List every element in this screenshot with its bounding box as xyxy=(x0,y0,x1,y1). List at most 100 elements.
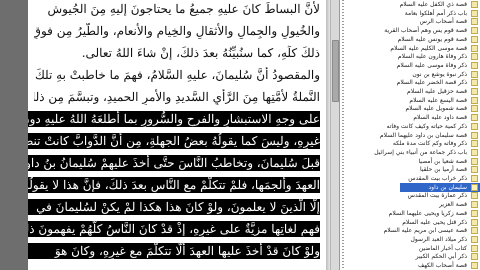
tree-item[interactable]: قصة حزقيل عليه السلام xyxy=(340,87,480,96)
tree-item[interactable]: قصة أصحاب الكهف xyxy=(340,261,480,270)
document-line: والخُيولِ والجِمالِ والأثقالِ والخِيامِ … xyxy=(34,24,320,38)
highlighted-line: قبلَ سُليمانَ، وتخاطبُ النَّاسَ حتَّى أخ… xyxy=(28,155,320,171)
tree-item-label: ذكر قصة الخضر عليه السلام xyxy=(396,79,467,87)
folder-node-icon xyxy=(471,148,478,156)
tree-item[interactable]: قصة قوم يس وهم أصحاب القرية xyxy=(340,26,480,35)
tree-item-label: ذكر ميلاد العبد الرسول xyxy=(410,235,467,243)
folder-node-icon xyxy=(471,166,478,174)
tree-item-label: ذكر قتل يحيى عليه السلام xyxy=(402,218,467,226)
folder-node-icon xyxy=(471,70,478,78)
tree-item[interactable]: ذكر ميلاد العبد الرسول xyxy=(340,235,480,244)
folder-node-icon xyxy=(471,61,478,69)
folder-node-icon xyxy=(471,140,478,148)
tree-item[interactable]: ذكر وفاته وكم كانت مدة ملكه xyxy=(340,139,480,148)
tree-item[interactable]: قصة موسى الكليم عليه السلام xyxy=(340,44,480,53)
tree-item[interactable]: قصة زكريا ويحيى عليهما السلام xyxy=(340,209,480,218)
tree-item[interactable]: ذكر كمية حياته وكيف كانت وفاته xyxy=(340,122,480,131)
tree-item-label: ذكر أبي الحكم الكبير xyxy=(415,253,467,261)
folder-node-icon xyxy=(471,201,478,209)
tree-item[interactable]: ذكر وفاة موسى عليه السلام xyxy=(340,61,480,70)
tree-item-label: قصة موسى الكليم عليه السلام xyxy=(390,44,467,52)
folder-node-icon xyxy=(471,122,478,130)
tree-item-label: قصة أصحاب الكهف xyxy=(418,262,467,269)
tree-item-label: باب ذكر جماعة من أنبياء بني إسرائيل xyxy=(374,148,467,156)
tree-item-label: قصة العزير xyxy=(439,201,467,209)
tree-item[interactable]: قصة ذي الكفل عليه السلام xyxy=(340,0,480,9)
document-line: ذلكَ كلِّهِ، كما سنُبيِّنُهُ بعدَ ذلكَ، … xyxy=(81,46,320,60)
folder-node-icon xyxy=(471,175,478,182)
tree-item-label: ذكر عمارة بيت المقدس xyxy=(407,192,467,200)
tree-item-label: باب ذكر أمم أهلكوا بعامة xyxy=(404,9,467,17)
tree-item[interactable]: قصة شعيا بن أمصيا xyxy=(340,157,480,166)
tree-item-label: قصة شعيا بن أمصيا xyxy=(418,157,467,165)
tree-item-label: قصة أصحاب الرس xyxy=(419,18,467,26)
tree-item[interactable]: قصة عيسى ابن مريم عليه السلام xyxy=(340,226,480,235)
tree-item[interactable]: ذكر نبوة يوشع بن نون xyxy=(340,70,480,79)
tree-item[interactable]: قصة داود عليه السلام xyxy=(340,113,480,122)
scrollbar-thumb[interactable] xyxy=(332,40,339,102)
tree-item-label: كتاب أخبار الماضين xyxy=(418,244,467,252)
highlighted-line: على وجهِ الاستبشارِ والفرحِ والسُّرورِ ب… xyxy=(28,111,320,127)
folder-node-icon xyxy=(471,1,478,8)
folder-node-icon xyxy=(471,35,478,43)
folder-node-icon xyxy=(471,157,478,165)
tree-item-selected-label: سليمان بن داود xyxy=(428,183,468,191)
tree-item-label: ذكر خراب بيت المقدس xyxy=(408,175,467,182)
folder-node-icon xyxy=(471,183,478,191)
tree-item-label: قصة أرميا بن حلقيا xyxy=(419,166,467,174)
folder-node-icon xyxy=(471,53,478,61)
tree-item[interactable]: قصة سليمان بن داود عليهما السلام xyxy=(340,131,480,140)
tree-item[interactable]: باب ذكر جماعة من أنبياء بني إسرائيل xyxy=(340,148,480,157)
highlighted-line: إلَّا الَّذينَ لا يعلمونَ، ولوْ كانَ هذا… xyxy=(28,199,320,215)
folder-node-icon xyxy=(471,9,478,17)
folder-node-icon xyxy=(471,244,478,252)
tree-item[interactable]: قصة العزير xyxy=(340,200,480,209)
folder-node-icon xyxy=(471,131,478,139)
folder-node-icon xyxy=(471,192,478,200)
tree-item-label: قصة حزقيل عليه السلام xyxy=(407,88,467,95)
tree-item-label: قصة قوم يس وهم أصحاب القرية xyxy=(384,27,467,35)
tree-item[interactable]: قصة أرميا بن حلقيا xyxy=(340,165,480,174)
tree-item-label: ذكر وفاة هارون عليه السلام xyxy=(397,53,467,61)
tree-item-selected[interactable]: سليمان بن داود xyxy=(400,182,480,192)
folder-node-icon xyxy=(471,114,478,122)
highlighted-line: العهدَ وألجمَها، فلمْ تتكلَّمْ مع النَّا… xyxy=(28,177,320,193)
folder-node-icon xyxy=(471,96,478,104)
tree-item-label: قصة شمويل عليه السلام xyxy=(405,105,467,113)
folder-node-icon xyxy=(471,227,478,235)
tree-item[interactable]: ذكر عمارة بيت المقدس xyxy=(340,191,480,200)
tree-item[interactable]: قصة اليسع عليه السلام xyxy=(340,96,480,105)
tree-item-label: قصة داود عليه السلام xyxy=(413,114,467,122)
highlighted-line: فهمِ لغاتِها مزيَّةٌ على غيرِهِ، إذْ قدْ… xyxy=(28,221,320,237)
folder-node-icon xyxy=(471,105,478,113)
document-line: النَّملةُ لأُمَّتِها مِنَ الرَّأيِ السَّ… xyxy=(34,90,320,104)
document-page[interactable]: لأنَّ البساطَ كانَ عليهِ جميعُ ما يحتاجو… xyxy=(28,0,326,270)
tree-item-label: قصة زكريا ويحيى عليهما السلام xyxy=(388,209,467,217)
folder-node-icon xyxy=(471,44,478,52)
folder-node-icon xyxy=(471,88,478,95)
document-line: لأنَّ البساطَ كانَ عليهِ جميعُ ما يحتاجو… xyxy=(47,2,320,16)
tree-item[interactable]: قصة أصحاب الرس xyxy=(340,17,480,26)
tree-item[interactable]: قصة قوم يونس عليه السلام xyxy=(340,35,480,44)
tree-item[interactable]: ذكر وفاة هارون عليه السلام xyxy=(340,52,480,61)
tree-item[interactable]: قصة شمويل عليه السلام xyxy=(340,104,480,113)
folder-node-icon xyxy=(471,253,478,261)
folder-node-icon xyxy=(471,27,478,35)
tree-item-label: قصة قوم يونس عليه السلام xyxy=(397,35,467,43)
chapter-tree-panel[interactable]: قصة ذي الكفل عليه السلام باب ذكر أمم أهلك… xyxy=(339,0,480,270)
tree-item[interactable]: ذكر قتل يحيى عليه السلام xyxy=(340,218,480,227)
tree-item-label: قصة اليسع عليه السلام xyxy=(409,96,467,104)
folder-node-icon xyxy=(471,218,478,226)
highlighted-line: ولوْ كانَ قدْ أخذَ عليها العهدَ ألَّا تت… xyxy=(28,243,320,259)
folder-node-icon xyxy=(471,79,478,87)
folder-node-icon xyxy=(471,262,478,269)
left-margin-strip xyxy=(0,0,29,270)
tree-item[interactable]: كتاب أخبار الماضين xyxy=(340,244,480,253)
tree-item-label: قصة ذي الكفل عليه السلام xyxy=(399,1,467,8)
tree-item[interactable]: ذكر خراب بيت المقدس xyxy=(340,174,480,183)
tree-item[interactable]: باب ذكر أمم أهلكوا بعامة xyxy=(340,9,480,18)
tree-item-label: ذكر وفاة موسى عليه السلام xyxy=(396,61,467,69)
tree-item[interactable]: ذكر قصة الخضر عليه السلام xyxy=(340,78,480,87)
tree-item[interactable]: ذكر أبي الحكم الكبير xyxy=(340,252,480,261)
tree-item-label: قصة سليمان بن داود عليهما السلام xyxy=(379,131,467,139)
